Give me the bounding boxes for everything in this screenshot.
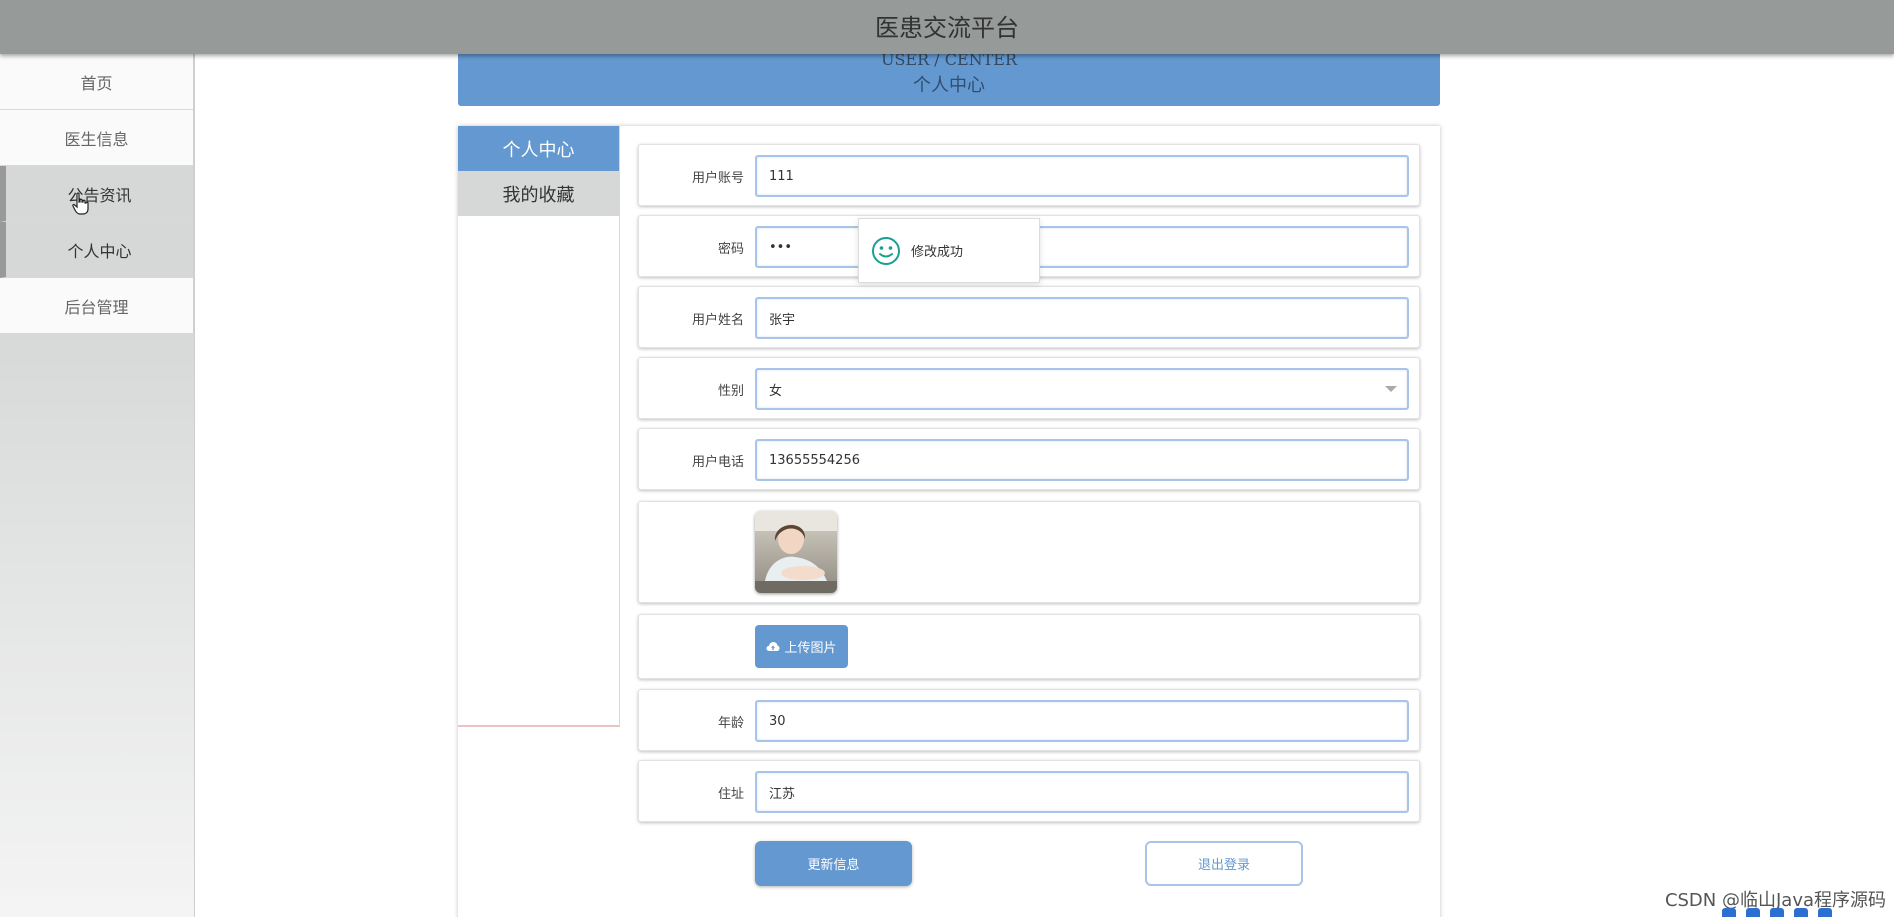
tool-icon[interactable] <box>1770 908 1784 917</box>
update-info-button[interactable]: 更新信息 <box>755 841 912 886</box>
sidebar-item-label: 医生信息 <box>64 129 129 149</box>
account-label: 用户账号 <box>691 171 744 186</box>
age-label: 年龄 <box>717 716 744 731</box>
form-row-age: 年龄 30 <box>638 689 1420 751</box>
avatar[interactable] <box>755 511 837 593</box>
form-row-avatar <box>638 501 1420 603</box>
tab-panel: 个人中心 我的收藏 <box>458 126 620 727</box>
phone-input[interactable]: 13655554256 <box>755 439 1409 481</box>
account-value: 111 <box>769 168 794 184</box>
logout-button[interactable]: 退出登录 <box>1145 841 1303 886</box>
gender-value: 女 <box>769 383 783 399</box>
chevron-down-icon <box>1385 386 1397 392</box>
tab-favorites[interactable]: 我的收藏 <box>458 171 619 216</box>
account-input[interactable]: 111 <box>755 155 1409 197</box>
age-value: 30 <box>769 713 786 729</box>
sidebar-item-doctor-info[interactable]: 医生信息 <box>0 110 194 166</box>
address-value: 江苏 <box>769 786 796 802</box>
sidebar-item-personal-center[interactable]: 个人中心 <box>0 222 194 278</box>
sidebar-item-announcements[interactable]: 公告资讯 <box>0 166 194 222</box>
form-row-name: 用户姓名 张宇 <box>638 286 1420 348</box>
password-value: ••• <box>769 239 793 255</box>
tool-icon[interactable] <box>1722 908 1736 917</box>
tab-label: 个人中心 <box>502 139 575 161</box>
sidebar-item-admin[interactable]: 后台管理 <box>0 278 194 334</box>
name-label: 用户姓名 <box>691 313 744 328</box>
tab-personal-center[interactable]: 个人中心 <box>458 126 619 171</box>
update-label: 更新信息 <box>807 858 860 873</box>
form-row-gender: 性别 女 <box>638 357 1420 419</box>
logout-label: 退出登录 <box>1197 858 1250 873</box>
phone-label: 用户电话 <box>691 455 744 470</box>
page-title: 个人中心 <box>913 75 985 96</box>
top-bar: 医患交流平台 <box>0 0 1894 54</box>
address-label: 住址 <box>717 787 744 802</box>
sidebar-item-label: 首页 <box>80 73 113 93</box>
name-value: 张宇 <box>769 312 796 328</box>
tool-icon[interactable] <box>1818 908 1832 917</box>
toast-message: 修改成功 <box>911 245 964 260</box>
avatar-image <box>755 511 837 593</box>
phone-value: 13655554256 <box>769 452 860 468</box>
tool-icon[interactable] <box>1794 908 1808 917</box>
gender-select[interactable]: 女 <box>755 368 1409 410</box>
form-row-account: 用户账号 111 <box>638 144 1420 206</box>
sidebar-item-label: 个人中心 <box>67 241 132 261</box>
password-input[interactable]: ••• <box>755 226 1409 268</box>
form-row-phone: 用户电话 13655554256 <box>638 428 1420 490</box>
password-label: 密码 <box>717 242 744 257</box>
sidebar-item-label: 后台管理 <box>64 297 129 317</box>
form-row-upload: 上传图片 <box>638 614 1420 679</box>
upload-image-button[interactable]: 上传图片 <box>755 625 848 668</box>
cloud-upload-icon <box>766 641 780 651</box>
form-row-address: 住址 江苏 <box>638 760 1420 822</box>
hand-cursor-icon <box>72 192 89 215</box>
success-toast: 修改成功 <box>858 218 1040 283</box>
name-input[interactable]: 张宇 <box>755 297 1409 339</box>
address-input[interactable]: 江苏 <box>755 771 1409 813</box>
corner-toolbar <box>1722 905 1894 917</box>
page-banner: USER / CENTER 个人中心 <box>458 50 1440 106</box>
age-input[interactable]: 30 <box>755 700 1409 742</box>
app-title: 医患交流平台 <box>875 14 1019 42</box>
gender-label: 性别 <box>717 384 744 399</box>
smile-icon <box>872 236 900 265</box>
tool-icon[interactable] <box>1746 908 1760 917</box>
sidebar: 首页 医生信息 公告资讯 个人中心 后台管理 <box>0 54 195 917</box>
tab-label: 我的收藏 <box>502 184 575 206</box>
sidebar-item-home[interactable]: 首页 <box>0 54 194 110</box>
upload-label: 上传图片 <box>784 641 837 656</box>
